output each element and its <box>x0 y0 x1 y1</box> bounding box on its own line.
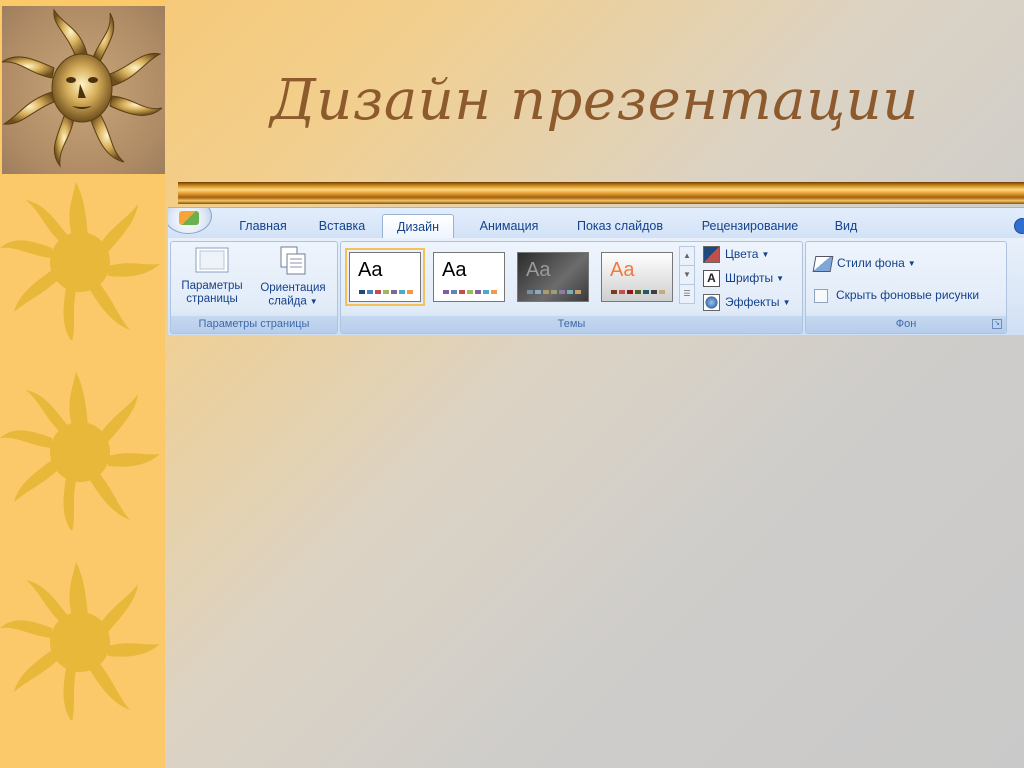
tab-design[interactable]: Дизайн <box>382 214 454 239</box>
theme-thumbnail[interactable]: Aa <box>433 252 505 302</box>
tab-animation[interactable]: Анимация <box>468 214 550 238</box>
tab-slideshow[interactable]: Показ слайдов <box>566 214 674 238</box>
sun-face-icon <box>0 8 163 168</box>
office-button[interactable] <box>168 208 212 234</box>
chevron-down-icon: ▼ <box>309 297 318 306</box>
decorative-sun-strip <box>0 0 165 768</box>
gallery-scroll-down[interactable]: ▼ <box>679 265 695 285</box>
gold-divider <box>178 182 1024 204</box>
ribbon-tab-bar: Главная Вставка Дизайн Анимация Показ сл… <box>168 208 1024 239</box>
sun-icon <box>0 372 160 530</box>
gallery-scroll-up[interactable]: ▲ <box>679 246 695 266</box>
page-setup-icon <box>195 247 229 273</box>
chevron-down-icon: ▼ <box>907 258 916 268</box>
font-icon: A <box>703 270 720 288</box>
tab-home[interactable]: Главная <box>228 214 298 238</box>
ribbon: Главная Вставка Дизайн Анимация Показ сл… <box>168 207 1024 335</box>
group-page-setup: Параметры страницы Ориентация слайда ▼ Па… <box>170 241 338 334</box>
theme-swatches <box>443 290 497 294</box>
tab-view[interactable]: Вид <box>824 214 868 238</box>
ribbon-body: Параметры страницы Ориентация слайда ▼ Па… <box>168 238 1024 335</box>
theme-swatches <box>359 290 413 294</box>
theme-swatches <box>527 290 581 294</box>
checkbox-icon <box>814 288 828 303</box>
chevron-down-icon: ▼ <box>782 297 791 307</box>
theme-swatches <box>611 290 665 294</box>
theme-fonts-button[interactable]: A Шрифты ▼ <box>703 269 785 288</box>
group-label-page-setup: Параметры страницы <box>171 316 337 333</box>
color-palette-icon <box>703 246 720 264</box>
group-label-themes: Темы <box>341 316 802 333</box>
page-setup-button[interactable]: Параметры страницы <box>175 246 249 306</box>
group-label-background: Фон ↘ <box>806 316 1006 333</box>
orientation-icon <box>280 246 306 275</box>
slide-orientation-button[interactable]: Ориентация слайда ▼ <box>253 246 333 309</box>
group-background: Стили фона ▼ Скрыть фоновые рисунки Фон ↘ <box>805 241 1007 334</box>
background-styles-button[interactable]: Стили фона ▼ <box>812 254 916 272</box>
theme-sample-text: Aa <box>610 259 635 281</box>
tab-review[interactable]: Рецензирование <box>690 214 810 238</box>
hide-background-graphics-checkbox[interactable]: Скрыть фоновые рисунки <box>814 286 979 304</box>
chevron-down-icon: ▼ <box>776 273 785 283</box>
orientation-label-2: слайда ▼ <box>268 295 318 308</box>
effects-icon <box>703 294 720 312</box>
sun-icon <box>0 182 160 340</box>
orientation-label-1: Ориентация <box>260 282 326 294</box>
theme-sample-text: Aa <box>358 259 383 281</box>
slide-title: Дизайн презентации <box>270 68 919 133</box>
office-logo-icon <box>179 211 199 225</box>
theme-sample-text: Aa <box>442 259 467 281</box>
theme-colors-button[interactable]: Цвета ▼ <box>703 245 770 264</box>
tab-insert[interactable]: Вставка <box>310 214 374 238</box>
group-themes: Aa Aa Aa Aa ▲ ▼ ☰ Цвета ▼ A Шрифты ▼ Эфф… <box>340 241 803 334</box>
theme-effects-button[interactable]: Эффекты ▼ <box>703 293 791 312</box>
chevron-down-icon: ▼ <box>761 249 770 259</box>
slide-content-area <box>165 334 1024 768</box>
theme-thumbnail[interactable]: Aa <box>601 252 673 302</box>
theme-thumbnail[interactable]: Aa <box>345 248 425 306</box>
page-setup-label-2: страницы <box>186 293 238 305</box>
sun-icon <box>0 562 160 720</box>
gallery-more[interactable]: ☰ <box>679 284 695 304</box>
theme-sample-text: Aa <box>526 259 551 281</box>
help-icon[interactable] <box>1014 218 1024 234</box>
paint-bucket-icon <box>812 255 834 272</box>
theme-thumbnail[interactable]: Aa <box>517 252 589 302</box>
sun-face-logo <box>0 6 165 174</box>
page-setup-label-1: Параметры <box>181 280 243 292</box>
dialog-launcher-icon[interactable]: ↘ <box>992 319 1002 329</box>
